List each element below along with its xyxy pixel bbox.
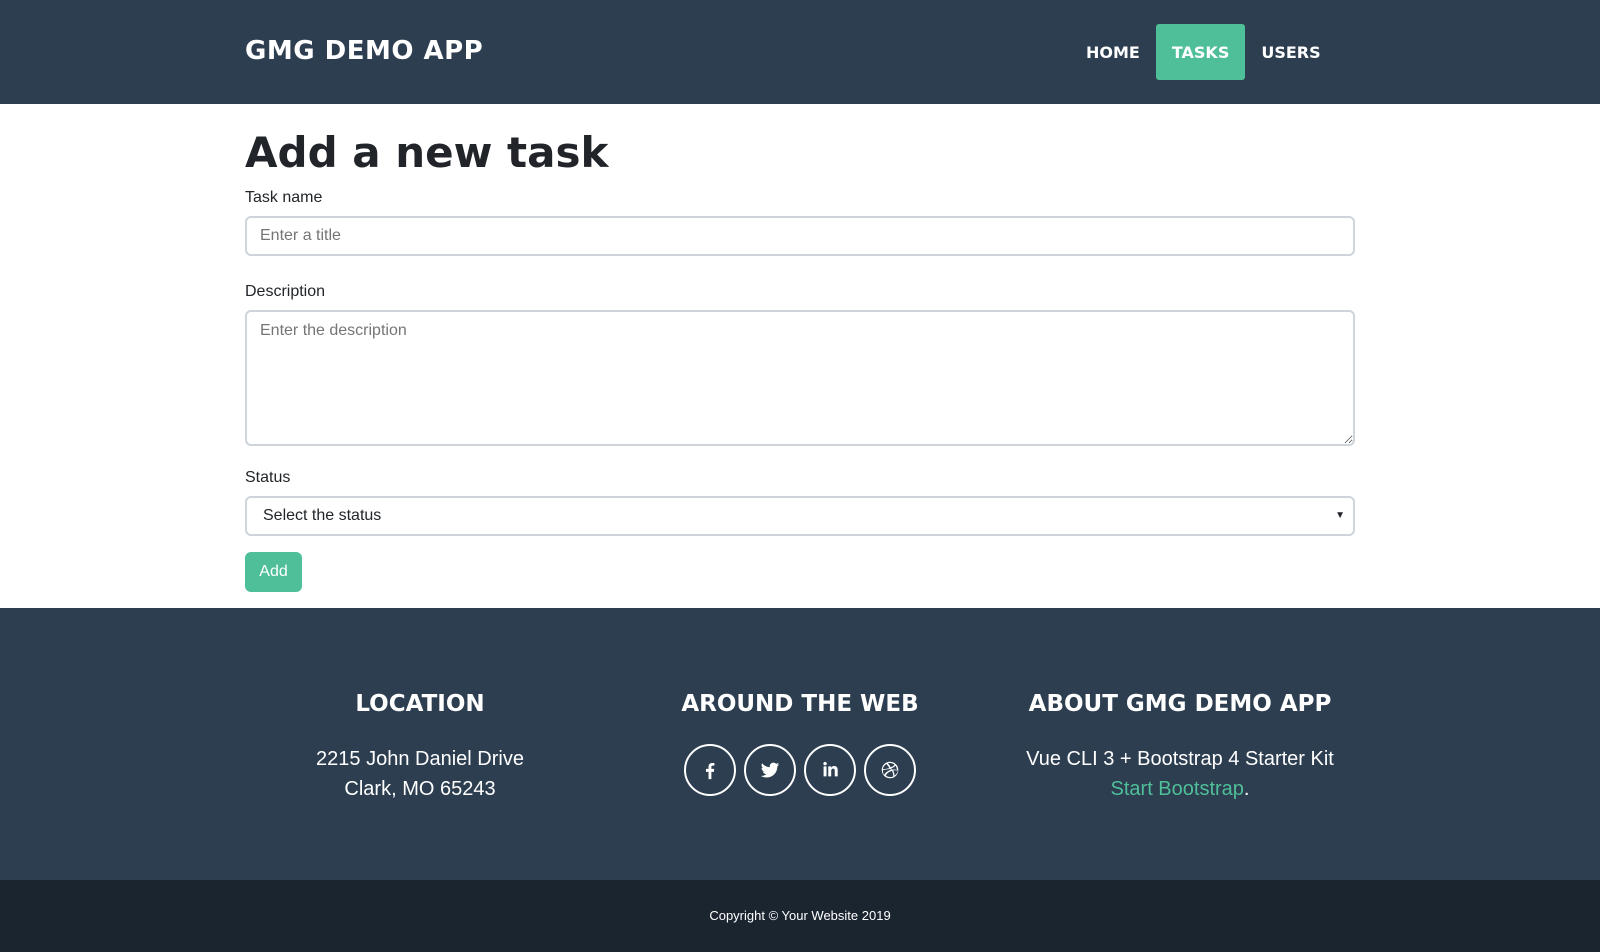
description-label: Description — [245, 283, 326, 300]
footer-around-web: AROUND THE WEB — [625, 688, 975, 796]
nav-item-home[interactable]: HOME — [1070, 24, 1156, 80]
description-textarea[interactable] — [245, 310, 1355, 446]
start-bootstrap-link[interactable]: Start Bootstrap — [1111, 778, 1244, 800]
navbar: GMG DEMO APP HOME TASKS USERS — [0, 0, 1600, 104]
dribbble-icon[interactable] — [864, 744, 916, 796]
location-heading: LOCATION — [355, 691, 485, 717]
about-text: Vue CLI 3 + Bootstrap 4 Starter Kit — [1026, 748, 1334, 770]
social-links — [625, 744, 975, 796]
copyright-text: Copyright © Your Website 2019 — [709, 908, 891, 923]
chevron-down-icon: ▼ — [1335, 510, 1345, 521]
nav-item-tasks[interactable]: TASKS — [1155, 24, 1246, 80]
nav-menu: HOME TASKS USERS — [1070, 24, 1337, 80]
address-line-2: Clark, MO 65243 — [344, 778, 496, 800]
task-name-label: Task name — [245, 189, 323, 206]
around-web-heading: AROUND THE WEB — [681, 691, 919, 717]
about-link-line: Start Bootstrap. — [1005, 774, 1355, 804]
footer-location: LOCATION 2215 John Daniel Drive Clark, M… — [245, 688, 595, 804]
status-select[interactable]: Select the status ▼ — [245, 496, 1355, 536]
status-select-value: Select the status — [263, 507, 382, 524]
facebook-icon[interactable] — [684, 744, 736, 796]
about-heading: ABOUT GMG DEMO APP — [1028, 691, 1332, 717]
status-label: Status — [245, 469, 291, 486]
copyright-bar: Copyright © Your Website 2019 — [0, 880, 1600, 952]
task-name-input[interactable] — [245, 216, 1355, 256]
address-line-1: 2215 John Daniel Drive — [316, 748, 524, 770]
main-content: Add a new task Task name Description Sta… — [245, 104, 1355, 592]
add-button[interactable]: Add — [245, 552, 302, 592]
nav-item-users[interactable]: USERS — [1245, 24, 1336, 80]
footer: LOCATION 2215 John Daniel Drive Clark, M… — [0, 608, 1600, 880]
brand-logo[interactable]: GMG DEMO APP — [245, 36, 483, 66]
linkedin-icon[interactable] — [804, 744, 856, 796]
twitter-icon[interactable] — [744, 744, 796, 796]
about-link-suffix: . — [1243, 778, 1250, 800]
footer-about: ABOUT GMG DEMO APP Vue CLI 3 + Bootstrap… — [1005, 688, 1355, 804]
page-title: Add a new task — [245, 128, 609, 177]
